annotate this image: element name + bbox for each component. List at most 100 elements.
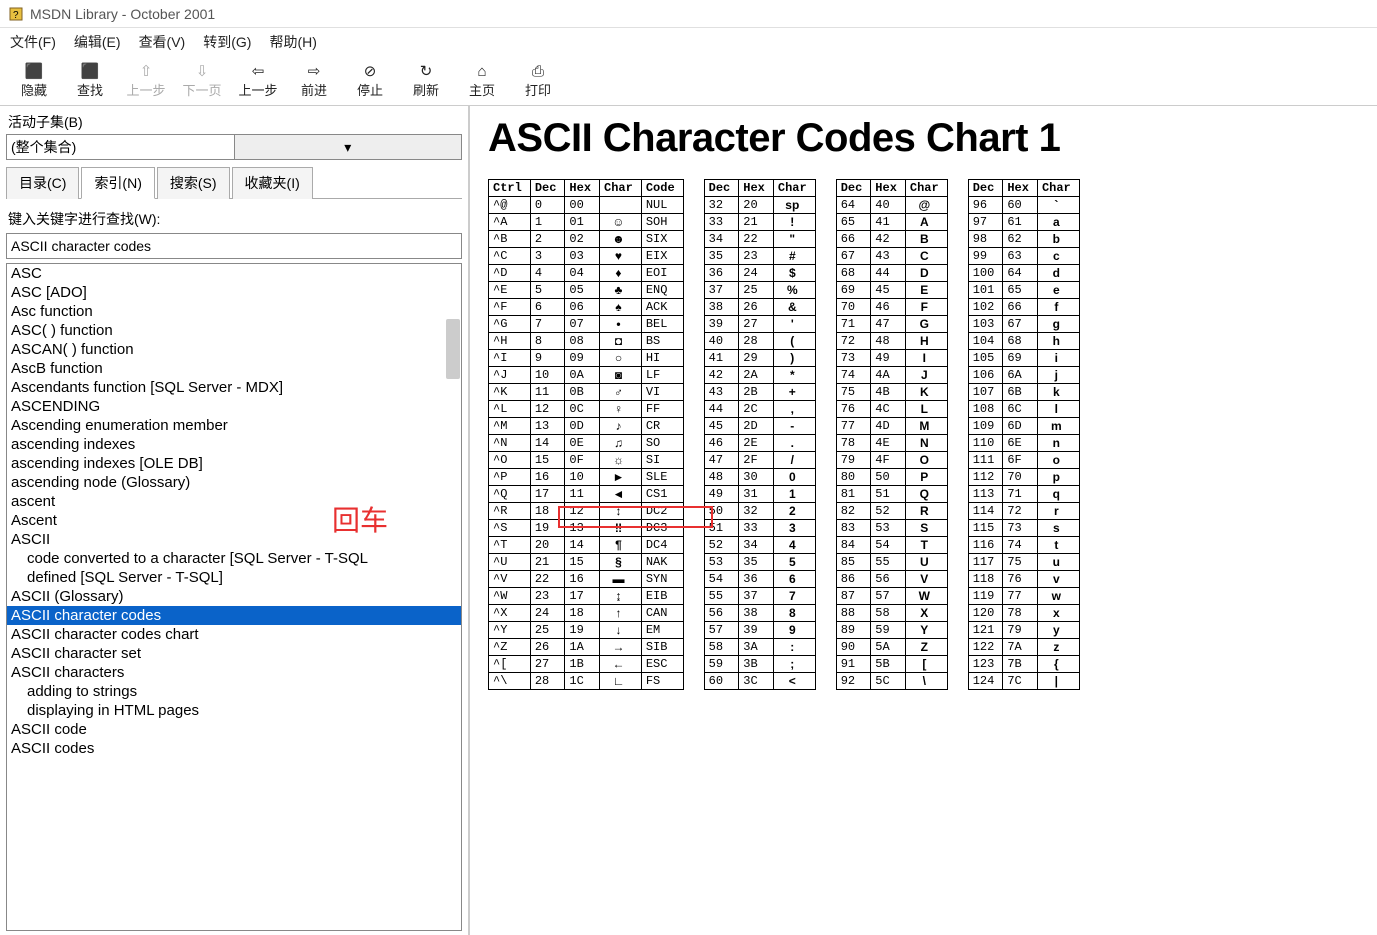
toolbar-button[interactable]: ⇦上一步 — [232, 60, 284, 101]
table-cell: 68 — [1003, 333, 1038, 350]
toolbar-button[interactable]: ⊘停止 — [344, 60, 396, 101]
nav-tab[interactable]: 目录(C) — [6, 167, 79, 199]
index-item[interactable]: displaying in HTML pages — [7, 701, 461, 720]
table-cell: 4 — [530, 265, 565, 282]
table-cell: CR — [641, 418, 683, 435]
table-cell: U — [905, 554, 947, 571]
table-cell: 71 — [1003, 486, 1038, 503]
index-item[interactable]: ASCII character codes chart — [7, 625, 461, 644]
index-list[interactable]: ASCASC [ADO]Asc functionASC( ) functionA… — [6, 263, 462, 931]
table-row: 11775u — [968, 554, 1079, 571]
nav-tab[interactable]: 搜索(S) — [157, 167, 230, 199]
table-cell: V — [905, 571, 947, 588]
scrollbar-thumb[interactable] — [446, 319, 460, 379]
index-item[interactable]: ASCII character set — [7, 644, 461, 663]
toolbar-button[interactable]: ↻刷新 — [400, 60, 452, 101]
table-cell: 72 — [1003, 503, 1038, 520]
table-row: ^W2317↨EIB — [489, 588, 684, 605]
nav-tab[interactable]: 收藏夹(I) — [232, 167, 313, 199]
menu-item[interactable]: 文件(F) — [10, 32, 56, 52]
table-row: ^F606♠ACK — [489, 299, 684, 316]
index-item[interactable]: ASCII character codes — [7, 606, 461, 625]
index-item[interactable]: ASCENDING — [7, 397, 461, 416]
table-cell: 59 — [871, 622, 906, 639]
table-cell: 00 — [565, 197, 600, 214]
table-cell: 4 — [773, 537, 815, 554]
index-item[interactable]: ASC [ADO] — [7, 283, 461, 302]
index-item[interactable]: defined [SQL Server - T-SQL] — [7, 568, 461, 587]
table-cell: 60 — [1003, 197, 1038, 214]
table-cell: 104 — [968, 333, 1003, 350]
table-cell: ^B — [489, 231, 531, 248]
table-cell: SYN — [641, 571, 683, 588]
table-cell: 47 — [704, 452, 739, 469]
table-cell: 36 — [739, 571, 774, 588]
toolbar-button[interactable]: ⇨前进 — [288, 60, 340, 101]
table-row: 583A: — [704, 639, 815, 656]
table-cell: ( — [773, 333, 815, 350]
index-item[interactable]: ASCII — [7, 530, 461, 549]
table-cell: ☻ — [600, 231, 642, 248]
table-cell: & — [773, 299, 815, 316]
table-row: 764CL — [836, 401, 947, 418]
index-item[interactable]: ASCII characters — [7, 663, 461, 682]
page-title: ASCII Character Codes Chart 1 — [488, 116, 1359, 161]
table-cell: 39 — [704, 316, 739, 333]
index-item[interactable]: ASCAN( ) function — [7, 340, 461, 359]
table-cell: 2B — [739, 384, 774, 401]
table-cell: 24 — [530, 605, 565, 622]
index-item[interactable]: Ascent — [7, 511, 461, 530]
table-row: ^J100A◙LF — [489, 367, 684, 384]
table-cell: 22 — [530, 571, 565, 588]
table-cell: E — [905, 282, 947, 299]
index-item[interactable]: ascent — [7, 492, 461, 511]
content-pane: ASCII Character Codes Chart 1 CtrlDecHex… — [470, 106, 1377, 935]
index-item[interactable]: ASCII code — [7, 720, 461, 739]
table-cell: 08 — [565, 333, 600, 350]
index-item[interactable]: ASC — [7, 264, 461, 283]
table-cell: 120 — [968, 605, 1003, 622]
toolbar-button[interactable]: ⬛查找 — [64, 60, 116, 101]
table-cell: 79 — [836, 452, 871, 469]
index-item[interactable]: ascending node (Glossary) — [7, 473, 461, 492]
index-item[interactable]: Ascendants function [SQL Server - MDX] — [7, 378, 461, 397]
table-cell: 45 — [704, 418, 739, 435]
table-row: ^N140E♫SO — [489, 435, 684, 452]
toolbar-icon: ⇧ — [136, 62, 156, 80]
index-item[interactable]: adding to strings — [7, 682, 461, 701]
menu-item[interactable]: 查看(V) — [139, 32, 186, 52]
table-row: 11977w — [968, 588, 1079, 605]
table-row: 432B+ — [704, 384, 815, 401]
index-item[interactable]: AscB function — [7, 359, 461, 378]
toolbar-button[interactable]: ⌂主页 — [456, 60, 508, 101]
table-cell: 09 — [565, 350, 600, 367]
table-cell: L — [905, 401, 947, 418]
menu-item[interactable]: 转到(G) — [203, 32, 251, 52]
table-cell: • — [600, 316, 642, 333]
table-cell: CS1 — [641, 486, 683, 503]
menu-item[interactable]: 编辑(E) — [74, 32, 121, 52]
index-item[interactable]: ascending indexes [OLE DB] — [7, 454, 461, 473]
table-cell: 48 — [704, 469, 739, 486]
index-item[interactable]: ascending indexes — [7, 435, 461, 454]
table-cell: 2C — [739, 401, 774, 418]
dropdown-arrow-icon[interactable]: ▾ — [234, 135, 462, 159]
index-item[interactable]: code converted to a character [SQL Serve… — [7, 549, 461, 568]
index-item[interactable]: Asc function — [7, 302, 461, 321]
toolbar-button[interactable]: ⎙打印 — [512, 60, 564, 101]
keyword-input[interactable] — [6, 233, 462, 259]
nav-tab[interactable]: 索引(N) — [81, 167, 154, 199]
subset-combo[interactable]: (整个集合) ▾ — [6, 134, 462, 160]
index-item[interactable]: ASCII (Glossary) — [7, 587, 461, 606]
index-item[interactable]: Ascending enumeration member — [7, 416, 461, 435]
table-cell: ♣ — [600, 282, 642, 299]
table-row: 9761a — [968, 214, 1079, 231]
table-cell: 6A — [1003, 367, 1038, 384]
menu-item[interactable]: 帮助(H) — [269, 32, 316, 52]
toolbar-button[interactable]: ⬛隐藏 — [8, 60, 60, 101]
table-row: 8050P — [836, 469, 947, 486]
table-cell: ↓ — [600, 622, 642, 639]
table-cell: 59 — [704, 656, 739, 673]
index-item[interactable]: ASC( ) function — [7, 321, 461, 340]
index-item[interactable]: ASCII codes — [7, 739, 461, 758]
